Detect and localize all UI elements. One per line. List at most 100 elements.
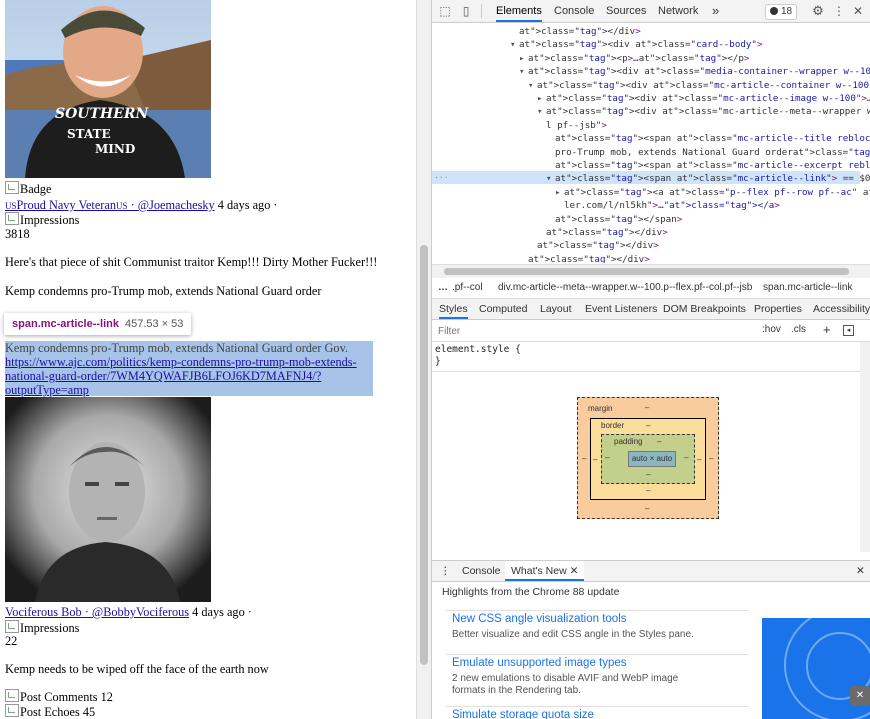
dom-tree-line[interactable]: at">class="tag"></div>: [537, 227, 668, 239]
error-count-badge[interactable]: 18: [765, 4, 798, 20]
whats-new-item[interactable]: New CSS angle visualization tools Better…: [446, 610, 748, 655]
styles-filter-input[interactable]: [436, 323, 740, 339]
echoes-alt-text: Post Echoes: [20, 705, 80, 719]
breadcrumb-pf-col[interactable]: .pf--col: [452, 278, 483, 298]
tree-scrollbar-thumb[interactable]: [444, 268, 849, 275]
dom-tree-line[interactable]: ▸ at">class="tag"><p>…at">class="tag"></p…: [519, 53, 749, 65]
dom-tree-line[interactable]: ▾ at">class="tag"><span at">class="mc-art…: [546, 173, 870, 185]
dom-tree-line[interactable]: at">class="tag"></span>: [546, 214, 682, 226]
dom-tree-line[interactable]: ▾ at">class="tag"><div at">class="mc-arti…: [537, 106, 870, 118]
more-tabs-button[interactable]: »: [712, 0, 719, 22]
expand-triangle-icon[interactable]: ▾: [528, 80, 537, 92]
separator: ·: [127, 198, 138, 212]
tab-styles[interactable]: Styles: [439, 299, 468, 319]
class-toggle-button[interactable]: .cls: [791, 323, 806, 337]
inspect-element-icon[interactable]: ⬚: [438, 4, 452, 18]
box-padding-right-value[interactable]: –: [684, 453, 688, 462]
expand-triangle-icon[interactable]: ▾: [519, 66, 528, 78]
tab-event-listeners[interactable]: Event Listeners: [585, 299, 657, 319]
drawer-tab-console[interactable]: Console: [462, 561, 501, 581]
whats-new-title[interactable]: New CSS angle visualization tools: [452, 613, 627, 625]
close-tab-icon[interactable]: ✕: [570, 565, 579, 577]
more-options-icon[interactable]: ⋮: [832, 4, 846, 18]
expand-triangle-icon[interactable]: ▸: [537, 93, 546, 105]
drawer-tab-whats-new[interactable]: What's New ✕: [505, 561, 585, 581]
whats-new-item[interactable]: Simulate storage quota size: [446, 706, 748, 719]
dom-tree-line[interactable]: ▸ at">class="tag"><a at">class="p--flex p…: [555, 187, 870, 199]
dom-tree-line[interactable]: ▾ at">class="tag"><div at">class="mc-arti…: [528, 80, 870, 92]
box-border-left-value[interactable]: –: [593, 455, 597, 464]
settings-gear-icon[interactable]: ⚙: [811, 4, 825, 18]
new-style-rule-button[interactable]: +: [823, 323, 831, 337]
dom-tree-line[interactable]: ▾ at">class="tag"><div at">class="media-c…: [519, 66, 870, 78]
article-link-line3[interactable]: outputType=amp: [5, 383, 89, 398]
whats-new-title[interactable]: Simulate storage quota size: [452, 709, 594, 719]
close-devtools-icon[interactable]: ✕: [851, 4, 865, 18]
dom-tree-code: at">class="tag"><p>…at">class="tag"></p>: [528, 52, 750, 64]
box-margin-top-value[interactable]: –: [645, 403, 649, 412]
dom-tree-line[interactable]: at">class="tag"></div>: [510, 26, 641, 38]
box-padding-top-value[interactable]: –: [657, 437, 661, 446]
post2-comments[interactable]: Post Comments 12: [5, 689, 113, 705]
box-border-bottom-value[interactable]: –: [646, 486, 650, 495]
broken-image-icon: [5, 620, 19, 633]
dom-tree-line[interactable]: ▾ at">class="tag"><div at">class="card--b…: [510, 39, 763, 51]
box-content-size[interactable]: auto × auto: [628, 451, 676, 467]
device-toolbar-icon[interactable]: ▯: [459, 4, 473, 18]
tab-network[interactable]: Network: [658, 0, 698, 22]
box-padding-bottom-value[interactable]: –: [646, 470, 650, 479]
photo-man-portrait: [5, 397, 211, 602]
expand-triangle-icon[interactable]: ▸: [555, 187, 564, 199]
breadcrumb-more[interactable]: …: [438, 278, 448, 298]
tab-accessibility[interactable]: Accessibility: [813, 299, 870, 319]
post2-echoes[interactable]: Post Echoes 45: [5, 704, 95, 719]
breadcrumb-article-link[interactable]: span.mc-article--link: [763, 278, 852, 298]
tab-dom-breakpoints[interactable]: DOM Breakpoints: [663, 299, 746, 319]
hover-state-button[interactable]: :hov: [762, 323, 781, 337]
expand-triangle-icon[interactable]: ▾: [546, 173, 555, 185]
whats-new-item[interactable]: Emulate unsupported image types 2 new em…: [446, 654, 748, 703]
selected-node-ellipsis[interactable]: ···: [434, 173, 448, 182]
article-title[interactable]: Kemp condemns pro-Trump mob, extends Nat…: [5, 284, 321, 299]
box-margin-left-value[interactable]: –: [582, 454, 586, 463]
dom-tree-line[interactable]: l pf--jsb">: [537, 120, 607, 132]
breadcrumb-meta-wrapper[interactable]: div.mc-article--meta--wrapper.w--100.p--…: [498, 278, 752, 298]
box-border-top-value[interactable]: –: [646, 421, 650, 430]
tab-elements[interactable]: Elements: [496, 0, 542, 22]
toggle-sidebar-icon[interactable]: ◂: [843, 325, 854, 336]
dom-tree-line[interactable]: at">class="tag"></div>: [519, 254, 650, 263]
box-border-right-value[interactable]: –: [697, 455, 701, 464]
drawer-menu-icon[interactable]: ⋮: [440, 561, 451, 581]
post1-author-link[interactable]: USProud Navy VeteranUS · @Joemachesky: [5, 198, 215, 212]
dom-tree-line[interactable]: at">class="tag"></div>: [528, 240, 659, 252]
tab-sources[interactable]: Sources: [606, 0, 646, 22]
tab-layout[interactable]: Layout: [540, 299, 572, 319]
box-margin-right-value[interactable]: –: [709, 454, 713, 463]
dom-tree-line[interactable]: at">class="tag"><span at">class="mc-arti…: [546, 160, 870, 172]
close-drawer-icon[interactable]: ✕: [856, 561, 865, 581]
dom-tree-line[interactable]: ▸ at">class="tag"><div at">class="mc-arti…: [537, 93, 870, 105]
tab-console[interactable]: Console: [554, 0, 594, 22]
box-padding-left-value[interactable]: –: [605, 453, 609, 462]
dom-tree-code: at">class="tag"></div>: [537, 240, 659, 252]
styles-scrollbar[interactable]: [860, 342, 870, 552]
whats-new-title[interactable]: Emulate unsupported image types: [452, 657, 627, 669]
elements-dom-tree[interactable]: ··· at">class="tag"></div> ▾ at">class="ta…: [432, 23, 870, 263]
box-margin-bottom-value[interactable]: –: [645, 504, 649, 513]
tab-computed[interactable]: Computed: [479, 299, 527, 319]
expand-triangle-icon[interactable]: ▾: [537, 106, 546, 118]
dom-tree-line[interactable]: at">class="tag"><span at">class="mc-arti…: [546, 133, 870, 145]
article-link-line1[interactable]: https://www.ajc.com/politics/kemp-condem…: [5, 355, 357, 370]
close-promo-icon[interactable]: ✕: [850, 686, 870, 706]
page-scrollbar[interactable]: [416, 0, 432, 719]
expand-triangle-icon[interactable]: ▸: [519, 53, 528, 65]
dom-tree-line[interactable]: pro-Trump mob, extends National Guard or…: [546, 147, 870, 159]
dom-tree-line[interactable]: ler.com/l/nl5kh">…"at">class="tag"></a>: [555, 200, 780, 212]
article-link-line2[interactable]: national-guard-order/7WM4YQWAFJB6LFOJ6KD…: [5, 369, 321, 384]
page-scrollbar-thumb[interactable]: [420, 245, 428, 665]
expand-triangle-icon[interactable]: ▾: [510, 39, 519, 51]
post2-author-link[interactable]: Vociferous Bob · @BobbyVociferous: [5, 605, 189, 619]
element-style-rule[interactable]: element.style { }: [435, 344, 521, 368]
tree-horizontal-scrollbar[interactable]: [432, 264, 870, 278]
tab-properties[interactable]: Properties: [754, 299, 802, 319]
